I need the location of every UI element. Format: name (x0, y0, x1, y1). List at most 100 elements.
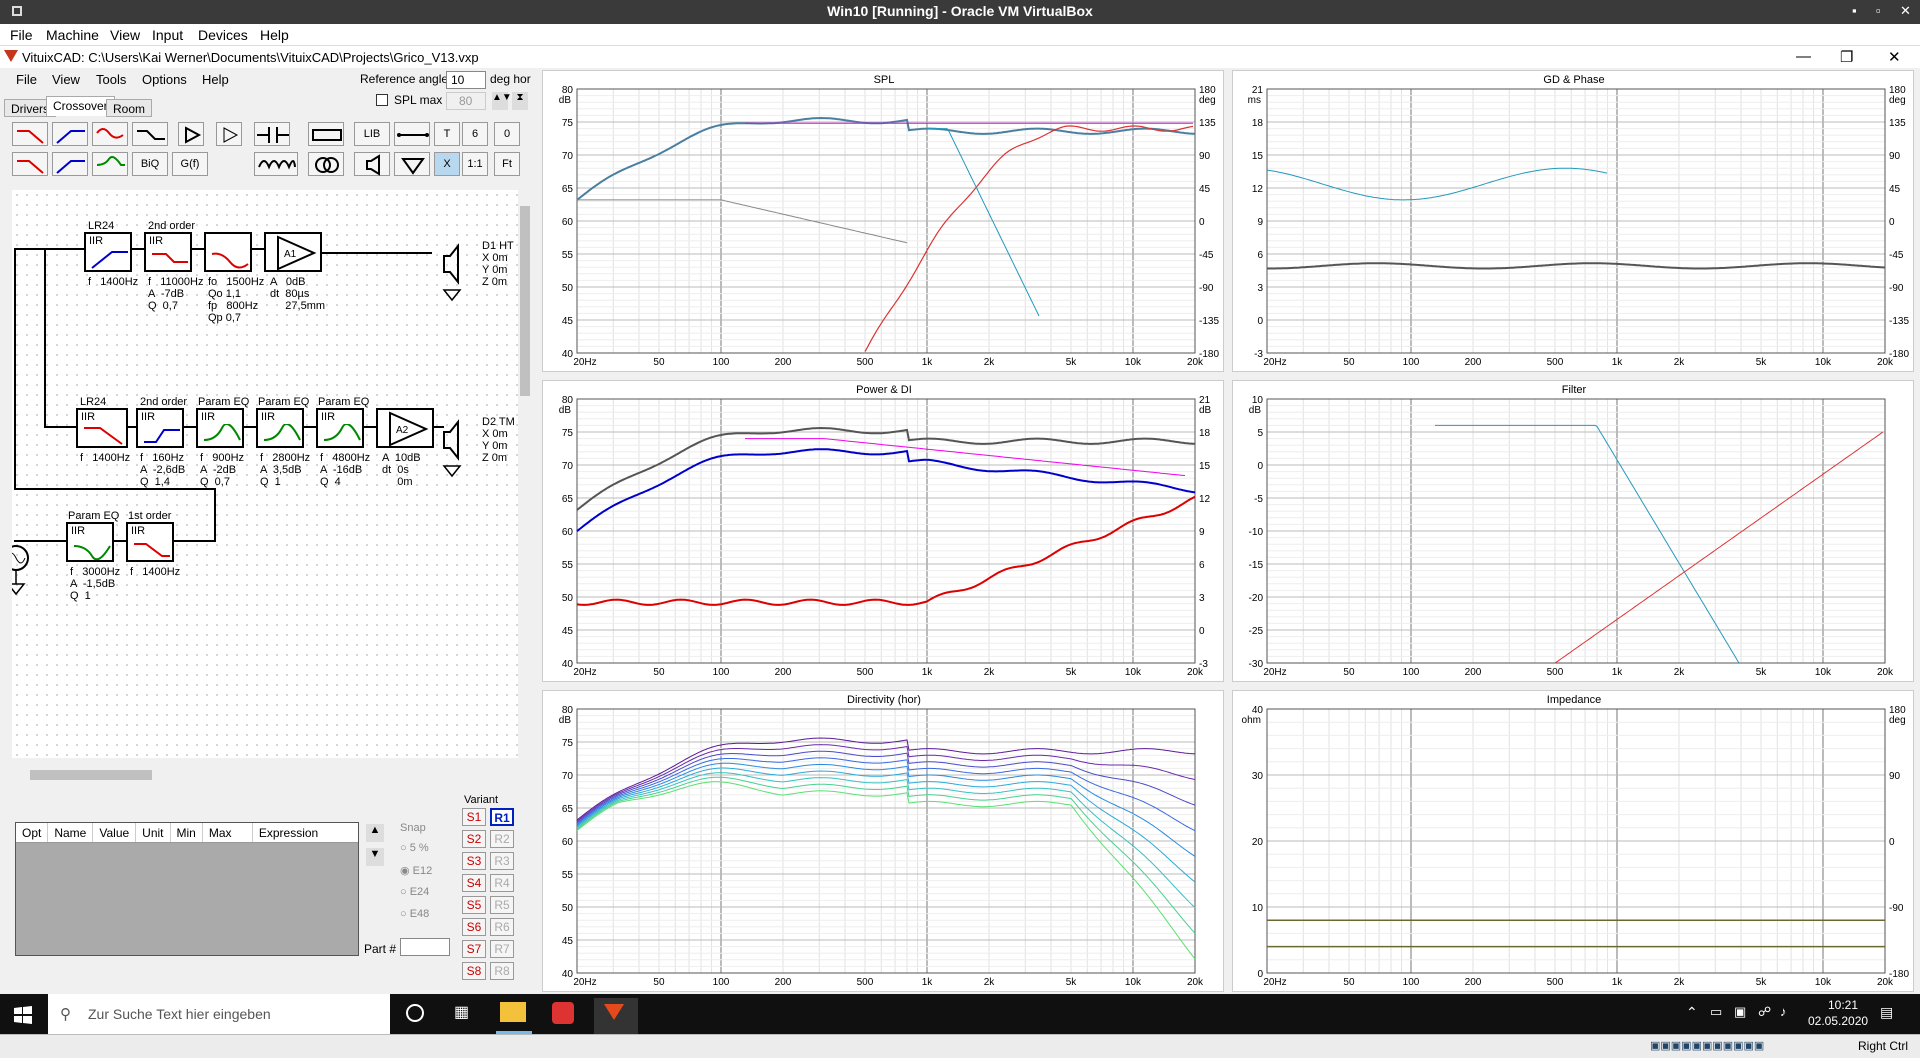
canvas-horizontal-scrollbar[interactable] (12, 768, 518, 782)
vbox-menu-view[interactable]: View (110, 27, 140, 43)
row3-1st-order-block[interactable]: IIR (126, 522, 174, 562)
inductor-icon[interactable] (254, 152, 298, 176)
task-view-icon[interactable]: ▦ (454, 1002, 469, 1022)
cortana-icon[interactable] (406, 1004, 424, 1022)
fit-button[interactable]: Ft (494, 152, 520, 176)
app-menu-file[interactable]: File (16, 72, 37, 87)
variant-s5-button[interactable]: S5 (462, 896, 486, 914)
snap-e24-radio[interactable]: ○ E24 (400, 886, 429, 898)
chart-panel-0[interactable]: SPL 80 75 70 65 60 55 50 45 40 180 135 90 45 0 -45 -90 -1… (542, 70, 1224, 372)
snap-5pct-radio[interactable]: ○ 5 % (400, 842, 429, 854)
optimizer-grid[interactable]: Opt Name Value Unit Min Max Expression (15, 822, 359, 956)
app-menu-tools[interactable]: Tools (96, 72, 126, 87)
maximize-icon[interactable]: ▫ (1876, 3, 1881, 18)
row2-amp-block[interactable]: A2 (376, 408, 434, 448)
chart-panel-2[interactable]: Power & DI 80 75 70 65 60 55 50 45 40 21 18 15 12 9 6 3 0… (542, 380, 1224, 682)
parametric-eq-button[interactable] (92, 152, 128, 176)
vbox-menu-file[interactable]: File (10, 27, 33, 43)
lowpass-red-button[interactable] (12, 122, 48, 146)
app-record-icon[interactable] (552, 1002, 574, 1024)
gf-button[interactable]: G(f) (172, 152, 208, 176)
zero-button[interactable]: 0 (494, 122, 520, 146)
spl-max-up-icon[interactable]: ▲▼ (492, 92, 512, 110)
vbox-menu-machine[interactable]: Machine (46, 27, 99, 43)
variant-r4-button[interactable]: R4 (490, 874, 514, 892)
row2-lr24-block[interactable]: IIR (76, 408, 128, 448)
tab-crossover[interactable]: Crossover (46, 96, 115, 116)
part-number-input[interactable] (400, 938, 450, 956)
variant-s6-button[interactable]: S6 (462, 918, 486, 936)
x-button[interactable]: X (434, 152, 460, 176)
driver-icon[interactable] (354, 152, 390, 176)
ground-icon[interactable] (394, 152, 430, 176)
shelf-button[interactable] (132, 122, 168, 146)
vbox-menu-devices[interactable]: Devices (198, 27, 248, 43)
tray-volume-icon[interactable]: ♪ (1780, 1004, 1787, 1019)
amplifier-icon[interactable] (178, 122, 204, 146)
vbox-device-icons[interactable]: ▣▣▣▣▣▣▣▣▣▣▣ (1650, 1039, 1764, 1052)
move-down-icon[interactable]: ▼ (366, 848, 384, 866)
chart-panel-3[interactable]: Filter 10 5 0 -5 -10 -15 -20 -25 -30 dB 20Hz 50 100 20… (1232, 380, 1914, 682)
schematic-canvas[interactable]: LR24 IIR f 1400Hz 2nd order IIR f 11000H… (12, 190, 518, 758)
variant-s3-button[interactable]: S3 (462, 852, 486, 870)
row3-peq-block[interactable]: IIR (66, 522, 114, 562)
row1-lr24-block[interactable]: IIR (84, 232, 132, 272)
variant-r1-button[interactable]: R1 (490, 808, 514, 826)
app-menu-help[interactable]: Help (202, 72, 229, 87)
app-minimize-icon[interactable]: — (1796, 48, 1811, 65)
lowpass-red2-button[interactable] (12, 152, 48, 176)
spl-max-peak-icon[interactable]: ⧗ (512, 92, 528, 110)
wire-icon[interactable] (394, 122, 430, 146)
chart-panel-1[interactable]: GD & Phase 21 18 15 12 9 6 3 0 -3 180 135 90 45 0 -45 -9… (1232, 70, 1914, 372)
app-close-icon[interactable]: ✕ (1888, 48, 1901, 66)
notch-red-button[interactable] (92, 122, 128, 146)
variant-r7-button[interactable]: R7 (490, 940, 514, 958)
row1-amp-block[interactable]: A1 (264, 232, 322, 272)
transformer-icon[interactable] (308, 152, 344, 176)
spl-max-checkbox[interactable] (376, 94, 388, 106)
variant-r5-button[interactable]: R5 (490, 896, 514, 914)
variant-r8-button[interactable]: R8 (490, 962, 514, 980)
variant-r6-button[interactable]: R6 (490, 918, 514, 936)
variant-s2-button[interactable]: S2 (462, 830, 486, 848)
six-button[interactable]: 6 (462, 122, 488, 146)
app-restore-icon[interactable]: ❐ (1840, 48, 1853, 66)
capacitor-icon[interactable] (254, 122, 290, 146)
one-to-one-button[interactable]: 1:1 (462, 152, 488, 176)
move-up-icon[interactable]: ▲ (366, 824, 384, 842)
canvas-vertical-scrollbar[interactable] (518, 190, 532, 758)
snap-e48-radio[interactable]: ○ E48 (400, 908, 429, 920)
text-button[interactable]: T (434, 122, 460, 146)
variant-s1-button[interactable]: S1 (462, 808, 486, 826)
tray-arrow-icon[interactable]: ⌃ (1686, 1004, 1698, 1021)
close-icon[interactable]: ✕ (1900, 3, 1911, 19)
vbox-menu-input[interactable]: Input (152, 27, 183, 43)
app-menu-view[interactable]: View (52, 72, 80, 87)
variant-s7-button[interactable]: S7 (462, 940, 486, 958)
row2-peq2-block[interactable]: IIR (256, 408, 304, 448)
tab-room[interactable]: Room (106, 99, 153, 117)
resistor-icon[interactable] (308, 122, 344, 146)
notification-icon[interactable]: ▤ (1880, 1004, 1893, 1021)
minimize-icon[interactable]: ▪ (1852, 3, 1857, 18)
clock-time[interactable]: 10:21 (1828, 998, 1858, 1012)
variant-s4-button[interactable]: S4 (462, 874, 486, 892)
lib-button[interactable]: LIB (354, 122, 390, 146)
reference-angle-input[interactable] (446, 71, 486, 89)
tray-network-icon[interactable]: ▣ (1734, 1004, 1746, 1020)
spl-max-input[interactable] (446, 92, 486, 110)
variant-r2-button[interactable]: R2 (490, 830, 514, 848)
chart-panel-5[interactable]: Impedance 40 30 20 10 0 180 90 0 -90 -180 ohm deg 20H… (1232, 690, 1914, 992)
tray-battery-icon[interactable]: ▭ (1710, 1004, 1722, 1020)
windows-start-icon[interactable] (14, 1006, 32, 1024)
row2-peq3-block[interactable]: IIR (316, 408, 364, 448)
variant-r3-button[interactable]: R3 (490, 852, 514, 870)
app-menu-options[interactable]: Options (142, 72, 187, 87)
snap-e12-radio[interactable]: ◉ E12 (400, 864, 432, 877)
tray-wifi-icon[interactable]: ☍ (1758, 1004, 1771, 1020)
biquad-button[interactable]: BiQ (132, 152, 168, 176)
taskbar-search-box[interactable]: ⚲ Zur Suche Text hier eingeben (48, 994, 390, 1034)
clock-date[interactable]: 02.05.2020 (1808, 1014, 1868, 1028)
variant-s8-button[interactable]: S8 (462, 962, 486, 980)
row1-2nd-order-block[interactable]: IIR (144, 232, 192, 272)
